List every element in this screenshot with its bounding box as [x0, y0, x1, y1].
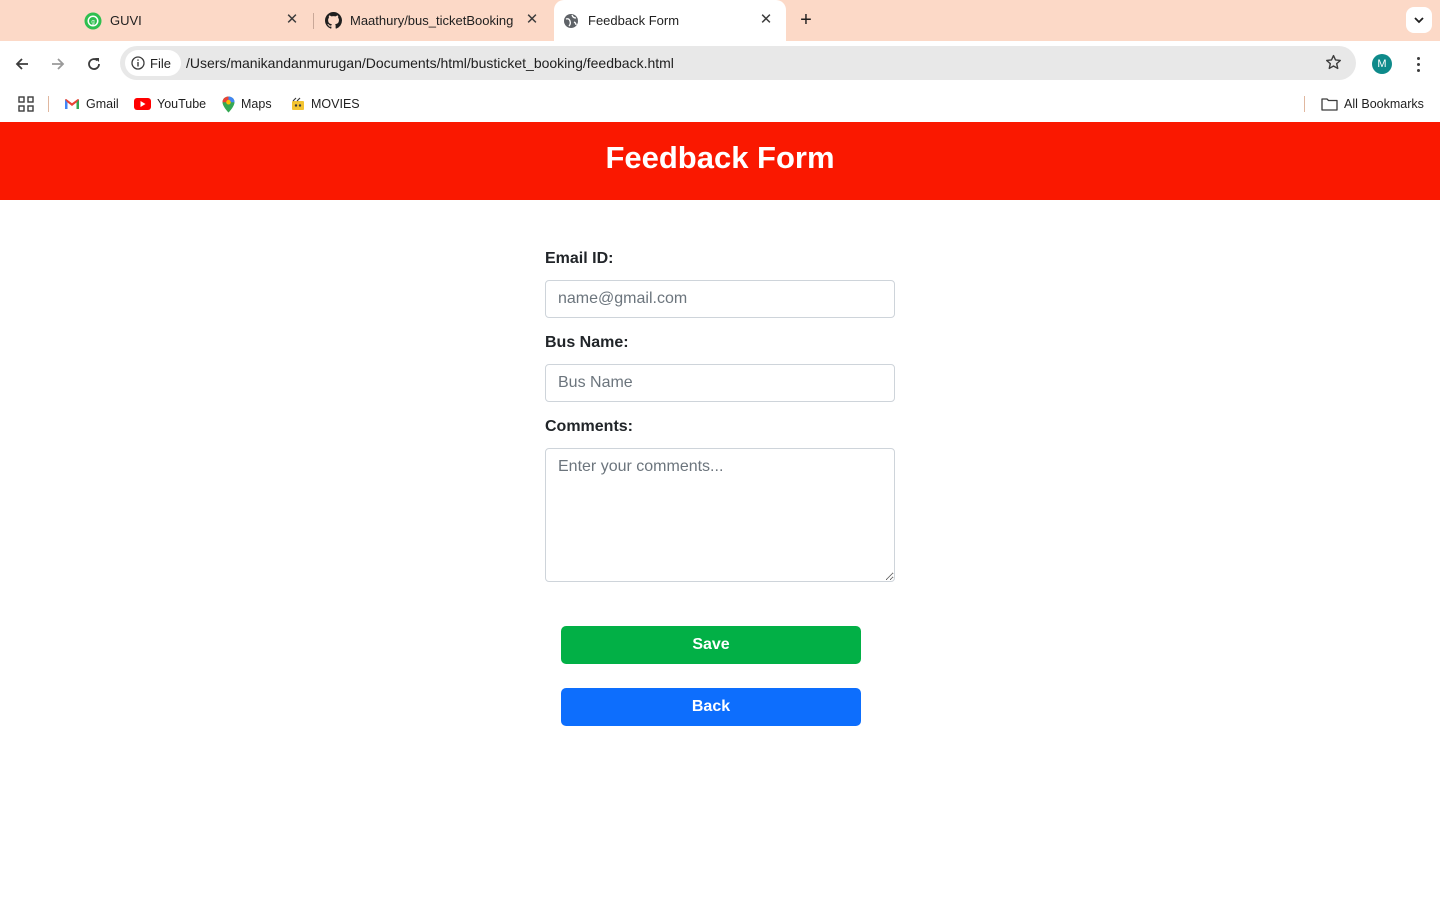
url-text[interactable]: /Users/manikandanmurugan/Documents/html/… — [186, 55, 674, 71]
forward-arrow-icon[interactable] — [45, 51, 71, 77]
github-favicon — [324, 12, 342, 30]
bookmark-star-icon[interactable] — [1325, 54, 1342, 76]
comments-field[interactable] — [545, 448, 895, 582]
save-button[interactable]: Save — [561, 626, 861, 664]
back-button[interactable]: Back — [561, 688, 861, 726]
bookmarks-bar: Gmail YouTube Maps MOVIES All Bookmarks — [0, 86, 1440, 122]
browser-toolbar: File /Users/manikandanmurugan/Documents/… — [0, 41, 1440, 86]
apps-grid-icon[interactable] — [18, 95, 34, 113]
close-tab-icon[interactable]: ✕ — [524, 12, 540, 28]
bookmark-gmail[interactable]: Gmail — [64, 95, 119, 113]
bookmarks-separator — [48, 96, 49, 112]
email-label: Email ID: — [545, 250, 614, 267]
bookmark-maps[interactable]: Maps — [222, 95, 272, 113]
guvi-favicon: g — [84, 12, 102, 30]
maps-icon — [222, 96, 235, 113]
chevron-down-icon — [1414, 17, 1424, 24]
reload-icon[interactable] — [81, 51, 107, 77]
email-field[interactable] — [545, 280, 895, 318]
back-arrow-icon[interactable] — [9, 51, 35, 77]
scheme-label: File — [150, 55, 171, 71]
info-icon — [131, 56, 145, 70]
youtube-icon — [134, 98, 151, 110]
all-bookmarks-button[interactable]: All Bookmarks — [1321, 95, 1424, 113]
tab-github[interactable]: Maathury/bus_ticketBooking ✕ — [314, 0, 552, 41]
bookmarks-separator — [1304, 96, 1305, 112]
all-bookmarks-label: All Bookmarks — [1344, 97, 1424, 111]
comments-label: Comments: — [545, 418, 634, 435]
tab-search-button[interactable] — [1406, 7, 1432, 33]
bus-name-field[interactable] — [545, 364, 895, 402]
tab-guvi[interactable]: g GUVI ✕ — [74, 0, 312, 41]
bookmark-label: MOVIES — [311, 97, 360, 111]
site-info-chip[interactable]: File — [125, 50, 181, 76]
feedback-form: Email ID: Bus Name: Comments: — [545, 250, 895, 582]
new-tab-icon[interactable]: + — [794, 9, 818, 33]
bookmark-label: YouTube — [157, 97, 207, 111]
bookmark-youtube[interactable]: YouTube — [134, 95, 206, 113]
page-title: Feedback Form — [605, 140, 835, 175]
bookmark-label: Maps — [241, 97, 272, 111]
tab-title: Maathury/bus_ticketBooking — [350, 13, 514, 28]
gmail-icon — [64, 98, 80, 110]
bookmark-movies[interactable]: MOVIES — [291, 95, 360, 113]
globe-favicon — [562, 12, 580, 30]
kebab-menu-icon[interactable] — [1410, 53, 1426, 75]
movies-icon — [291, 97, 305, 111]
page-header: Feedback Form — [0, 122, 1440, 200]
address-bar[interactable]: File /Users/manikandanmurugan/Documents/… — [120, 46, 1356, 80]
tab-strip: g GUVI ✕ Maathury/bus_ticketBooking ✕ Fe… — [0, 0, 1440, 41]
bus-name-label: Bus Name: — [545, 334, 629, 351]
profile-avatar[interactable]: M — [1372, 54, 1392, 74]
tab-title: Feedback Form — [588, 13, 680, 28]
folder-icon — [1321, 97, 1338, 111]
close-tab-icon[interactable]: ✕ — [758, 12, 774, 28]
close-tab-icon[interactable]: ✕ — [284, 12, 300, 28]
bookmark-label: Gmail — [86, 97, 119, 111]
tab-feedback-form[interactable]: Feedback Form ✕ — [554, 0, 786, 41]
tab-title: GUVI — [110, 13, 142, 28]
svg-text:g: g — [91, 19, 94, 25]
